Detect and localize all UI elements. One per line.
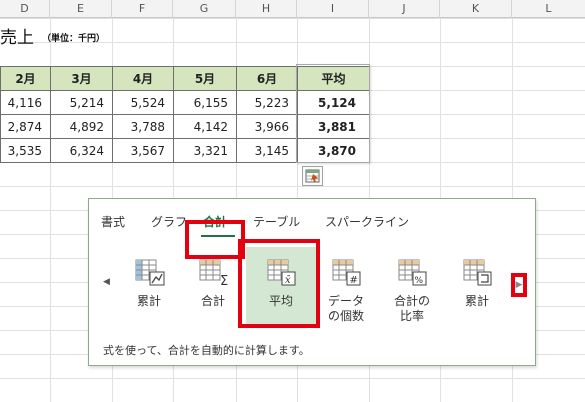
data-cell[interactable]: 3,567 — [112, 138, 174, 163]
column-header-i[interactable]: I — [297, 0, 369, 18]
item-running-total-2[interactable]: 累計 — [451, 257, 503, 309]
header-cell[interactable]: 5月 — [173, 66, 237, 91]
scroll-left-icon[interactable]: ◀ — [103, 277, 110, 287]
tab-charts[interactable]: グラフ — [151, 213, 187, 230]
highlight-box-average — [238, 239, 320, 328]
item-label: データの個数 — [327, 294, 364, 323]
svg-text:#: # — [350, 275, 358, 286]
data-cell[interactable]: 2,874 — [0, 114, 51, 139]
header-cell[interactable]: 3月 — [50, 66, 113, 91]
scroll-right-button[interactable]: ▶ — [511, 273, 527, 297]
column-header-e[interactable]: E — [50, 0, 112, 18]
quick-analysis-tabs: 書式 グラフ 合計 テーブル スパークライン — [89, 213, 537, 237]
tab-sparklines[interactable]: スパークライン — [325, 213, 409, 230]
data-cell[interactable]: 3,966 — [236, 114, 298, 139]
column-header-j[interactable]: J — [369, 0, 440, 18]
svg-text:Σ: Σ — [220, 274, 228, 287]
table-header-row: 2月 3月 4月 5月 6月 平均 — [0, 66, 370, 91]
average-cell[interactable]: 3,881 — [297, 114, 370, 139]
column-header-l[interactable]: L — [512, 0, 585, 18]
data-cell[interactable]: 4,892 — [50, 114, 113, 139]
header-cell[interactable]: 2月 — [0, 66, 51, 91]
column-header-d[interactable]: D — [0, 0, 50, 18]
item-label: 累計 — [136, 294, 161, 308]
column-header-g[interactable]: G — [173, 0, 236, 18]
quick-analysis-icon — [305, 169, 320, 183]
column-header-f[interactable]: F — [112, 0, 173, 18]
data-cell[interactable]: 6,324 — [50, 138, 113, 163]
svg-text:%: % — [415, 276, 424, 286]
item-label: 合計の比率 — [393, 294, 430, 323]
column-header-h[interactable]: H — [236, 0, 297, 18]
data-cell[interactable]: 4,142 — [173, 114, 237, 139]
highlight-box-totals-tab — [185, 220, 245, 259]
tab-tables[interactable]: テーブル — [253, 213, 300, 230]
column-header-k[interactable]: K — [440, 0, 512, 18]
table-row: 2,874 4,892 3,788 4,142 3,966 3,881 — [0, 114, 370, 139]
running-total-icon — [135, 259, 165, 286]
table-row: 3,535 6,324 3,567 3,321 3,145 3,870 — [0, 138, 370, 163]
data-cell[interactable]: 3,321 — [173, 138, 237, 163]
scroll-right-icon: ▶ — [515, 280, 523, 290]
column-header-bar: D E F G H I J K L — [0, 0, 585, 18]
data-cell[interactable]: 3,535 — [0, 138, 51, 163]
quick-analysis-popup: 書式 グラフ 合計 テーブル スパークライン ◀ 累計 Σ 合計 x̄ 平均 #… — [88, 198, 536, 366]
item-label: 累計 — [464, 294, 489, 308]
data-cell[interactable]: 5,214 — [50, 90, 113, 115]
sum-icon: Σ — [199, 259, 228, 289]
item-sum[interactable]: Σ 合計 — [187, 257, 239, 309]
item-count[interactable]: # データの個数 — [317, 257, 375, 324]
item-percent-total[interactable]: % 合計の比率 — [383, 257, 441, 324]
item-description: 式を使って、合計を自動的に計算します。 — [103, 344, 310, 357]
average-header-cell[interactable]: 平均 — [297, 66, 370, 91]
percent-total-icon: % — [398, 259, 427, 286]
table-row: 4,116 5,214 5,524 6,155 5,223 5,124 — [0, 90, 370, 115]
header-cell[interactable]: 4月 — [112, 66, 174, 91]
sales-table: 2月 3月 4月 5月 6月 平均 4,116 5,214 5,524 6,15… — [0, 66, 370, 163]
header-cell[interactable]: 6月 — [236, 66, 298, 91]
item-running-total[interactable]: 累計 — [123, 257, 175, 309]
data-cell[interactable]: 6,155 — [173, 90, 237, 115]
average-cell[interactable]: 5,124 — [297, 90, 370, 115]
tab-formatting[interactable]: 書式 — [101, 213, 125, 230]
average-cell[interactable]: 3,870 — [297, 138, 370, 163]
running-total-icon — [463, 259, 492, 286]
data-cell[interactable]: 3,788 — [112, 114, 174, 139]
data-cell[interactable]: 5,524 — [112, 90, 174, 115]
data-cell[interactable]: 4,116 — [0, 90, 51, 115]
count-icon: # — [332, 259, 361, 286]
item-label: 合計 — [200, 294, 225, 308]
data-cell[interactable]: 3,145 — [236, 138, 298, 163]
quick-analysis-button[interactable] — [302, 166, 323, 186]
sheet-unit-label: （単位：千円） — [42, 34, 106, 44]
data-cell[interactable]: 5,223 — [236, 90, 298, 115]
sheet-title-text: 売上 — [0, 28, 34, 48]
sheet-title[interactable]: 売上 （単位：千円） — [0, 23, 105, 48]
